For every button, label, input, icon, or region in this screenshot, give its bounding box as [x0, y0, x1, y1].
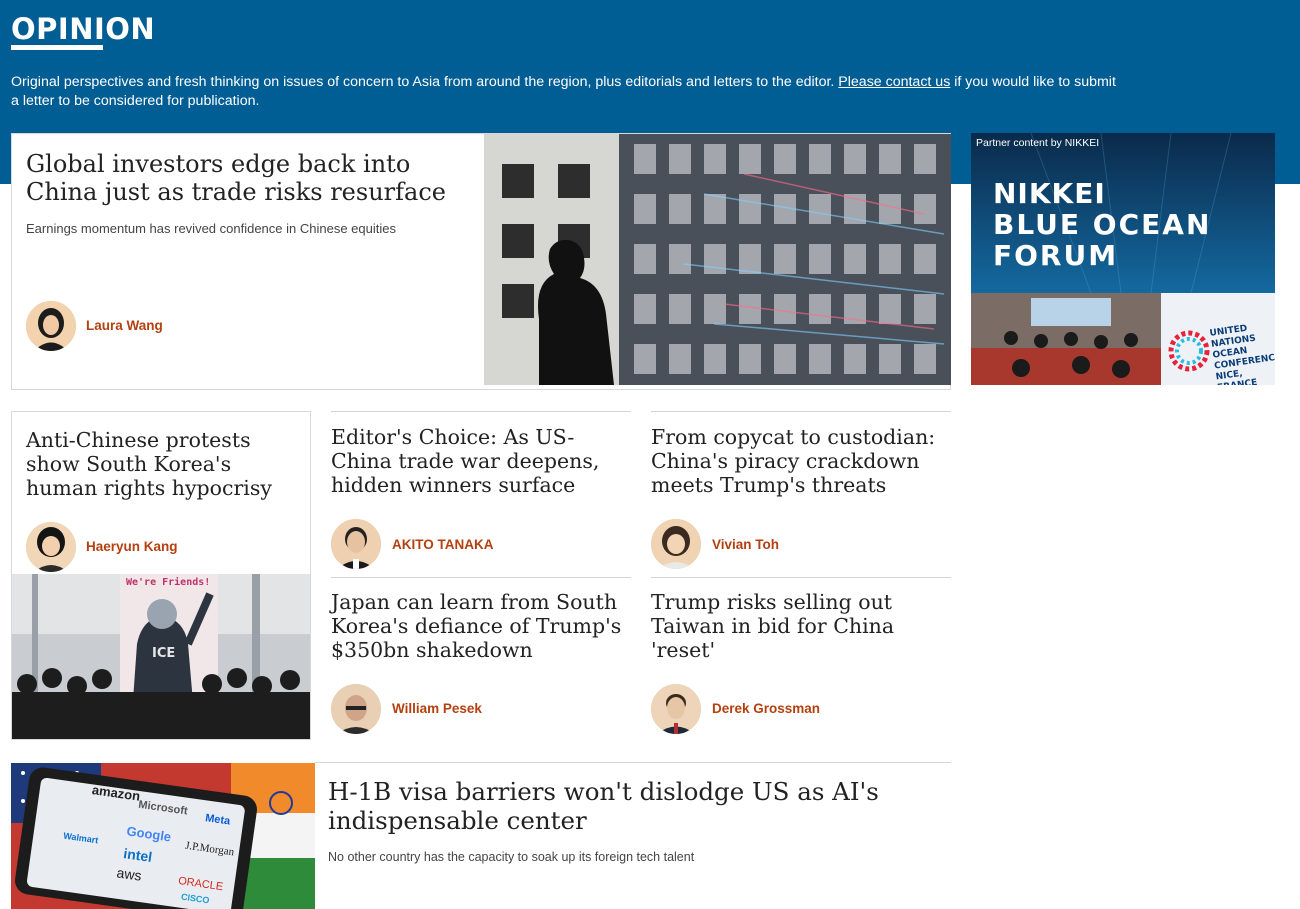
logo-aws: aws — [115, 864, 143, 884]
bottom-story-image[interactable]: amazon Microsoft Meta Google J.P.Morgan … — [11, 763, 315, 909]
section-title-underline — [11, 45, 103, 50]
lead-story-dek: Earnings momentum has revived confidence… — [26, 221, 396, 236]
story-author[interactable]: AKITO TANAKA — [392, 537, 494, 552]
story-title[interactable]: Editor's Choice: As US-China trade war d… — [331, 425, 631, 497]
story-image[interactable]: We're Friends! ICE — [12, 574, 310, 739]
story-author[interactable]: Haeryun Kang — [86, 539, 178, 554]
story-author[interactable]: William Pesek — [392, 701, 482, 716]
logo-cisco: CISCO — [180, 891, 211, 906]
story-title[interactable]: Trump risks selling out Taiwan in bid fo… — [651, 590, 951, 662]
partner-headline-line2: BLUE OCEAN — [993, 208, 1212, 241]
lead-story-title[interactable]: Global investors edge back into China ju… — [26, 150, 466, 206]
logo-oracle: ORACLE — [177, 875, 224, 894]
partner-label: Partner content by NIKKEI — [976, 137, 1100, 149]
divider — [331, 411, 631, 412]
author-avatar[interactable] — [331, 519, 381, 569]
author-avatar[interactable] — [651, 519, 701, 569]
story-card[interactable]: Anti-Chinese protests show South Korea's… — [11, 411, 311, 740]
logo-intel: intel — [122, 845, 154, 866]
bottom-story-title[interactable]: H-1B visa barriers won't dislodge US as … — [328, 777, 928, 835]
logo-walmart: Walmart — [62, 830, 99, 846]
partner-headline-line1: NIKKEI — [993, 177, 1106, 210]
protest-vest-text: ICE — [152, 646, 176, 661]
story-title[interactable]: Anti-Chinese protests show South Korea's… — [26, 428, 296, 500]
un-conference-logo-text: UNITED NATIONS OCEAN CONFERENCE NICE, FR… — [1209, 320, 1275, 385]
logo-google: Google — [125, 823, 173, 845]
partner-ad[interactable]: Partner content by NIKKEI NIKKEI BLUE OC… — [971, 133, 1275, 385]
lead-story-card[interactable]: Global investors edge back into China ju… — [11, 133, 951, 390]
divider — [331, 577, 631, 578]
protest-sign-text: We're Friends! — [126, 577, 211, 588]
story-title[interactable]: From copycat to custodian: China's pirac… — [651, 425, 951, 497]
author-avatar[interactable] — [26, 301, 76, 351]
section-description: Original perspectives and fresh thinking… — [11, 73, 1121, 111]
story-title[interactable]: Japan can learn from South Korea's defia… — [331, 590, 631, 662]
divider — [315, 762, 951, 763]
lead-story-author[interactable]: Laura Wang — [86, 318, 163, 333]
author-avatar[interactable] — [331, 684, 381, 734]
section-description-text: Original perspectives and fresh thinking… — [11, 74, 835, 90]
lead-story-image[interactable] — [484, 134, 951, 385]
logo-microsoft: Microsoft — [137, 798, 189, 818]
section-title: OPINION — [11, 12, 156, 46]
divider — [651, 577, 951, 578]
story-author[interactable]: Vivian Toh — [712, 537, 779, 552]
author-avatar[interactable] — [26, 522, 76, 572]
contact-us-link[interactable]: Please contact us — [838, 74, 950, 90]
logo-jpmorgan: J.P.Morgan — [184, 839, 235, 859]
story-author[interactable]: Derek Grossman — [712, 701, 820, 716]
author-avatar[interactable] — [651, 684, 701, 734]
divider — [651, 411, 951, 412]
logo-meta: Meta — [204, 812, 231, 828]
partner-headline-line3: FORUM — [993, 239, 1119, 272]
bottom-story-dek: No other country has the capacity to soa… — [328, 850, 695, 864]
